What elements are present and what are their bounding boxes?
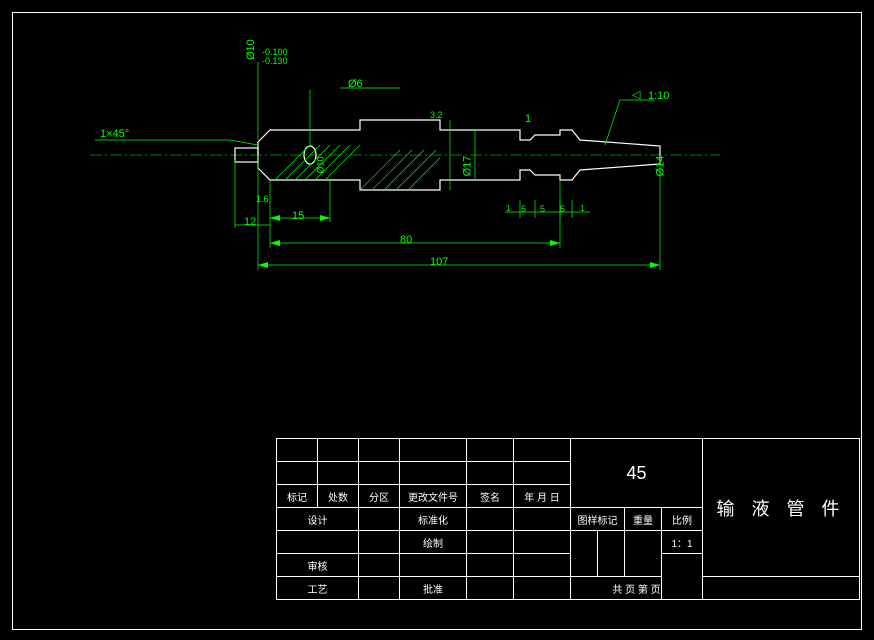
dim-1b: 1 [580, 204, 584, 213]
material: 45 [626, 463, 646, 483]
info-weight: 重量 [625, 508, 662, 531]
row-draw: 绘制 [400, 531, 467, 554]
dim-5b: 5 [540, 204, 545, 214]
row-approve: 批准 [400, 577, 467, 600]
dim-80: 80 [400, 234, 412, 246]
row-std: 标准化 [400, 508, 467, 531]
dim-dia10s: Ø10 [316, 156, 326, 173]
cad-canvas: 1×45° 1.6 Ø10 -0.100 -0.130 Ø6 3.2 Ø10 Ø… [0, 0, 874, 640]
dim-taper: 1:10 [648, 90, 669, 102]
title-block: 45 输 液 管 件 标记处数分区更改文件号签名年 月 日 设计 标准化 图样标记… [276, 438, 860, 600]
row-process: 工艺 [277, 577, 359, 600]
dim-chamfer: 1×45° [100, 128, 129, 140]
dim-5c: 5 [560, 204, 565, 214]
hdr-zone: 分区 [359, 485, 400, 508]
info-scaleval: 1：1 [662, 531, 703, 554]
info-scale: 比例 [662, 508, 703, 531]
dim-rough32: 3.2 [430, 110, 443, 120]
hdr-qty: 处数 [318, 485, 359, 508]
dim-taper-sym: ◁ [632, 88, 640, 101]
dim-rough16: 1.6 [256, 194, 269, 204]
dim-dia10: Ø10 [245, 39, 257, 60]
hdr-sign: 签名 [467, 485, 514, 508]
dim-12: 12 [244, 216, 256, 228]
dim-dia17: Ø17 [461, 156, 473, 177]
dim-107: 107 [430, 256, 448, 268]
dim-5a: 5 [521, 204, 526, 214]
dim-1a: 1 [506, 204, 510, 213]
row-check: 审核 [277, 554, 359, 577]
hdr-change: 更改文件号 [400, 485, 467, 508]
hdr-mark: 标记 [277, 485, 318, 508]
dim-15: 15 [292, 210, 304, 222]
info-drawmark: 图样标记 [571, 508, 625, 531]
hdr-date: 年 月 日 [514, 485, 571, 508]
part-name: 输 液 管 件 [716, 499, 845, 519]
row-design: 设计 [277, 508, 359, 531]
dim-dia14: Ø14 [654, 156, 666, 177]
dim-gap1: 1 [525, 113, 531, 125]
dim-tol: -0.100 -0.130 [262, 48, 288, 66]
info-pages: 共 页 第 页 [571, 577, 703, 600]
dim-dia6: Ø6 [348, 78, 363, 90]
